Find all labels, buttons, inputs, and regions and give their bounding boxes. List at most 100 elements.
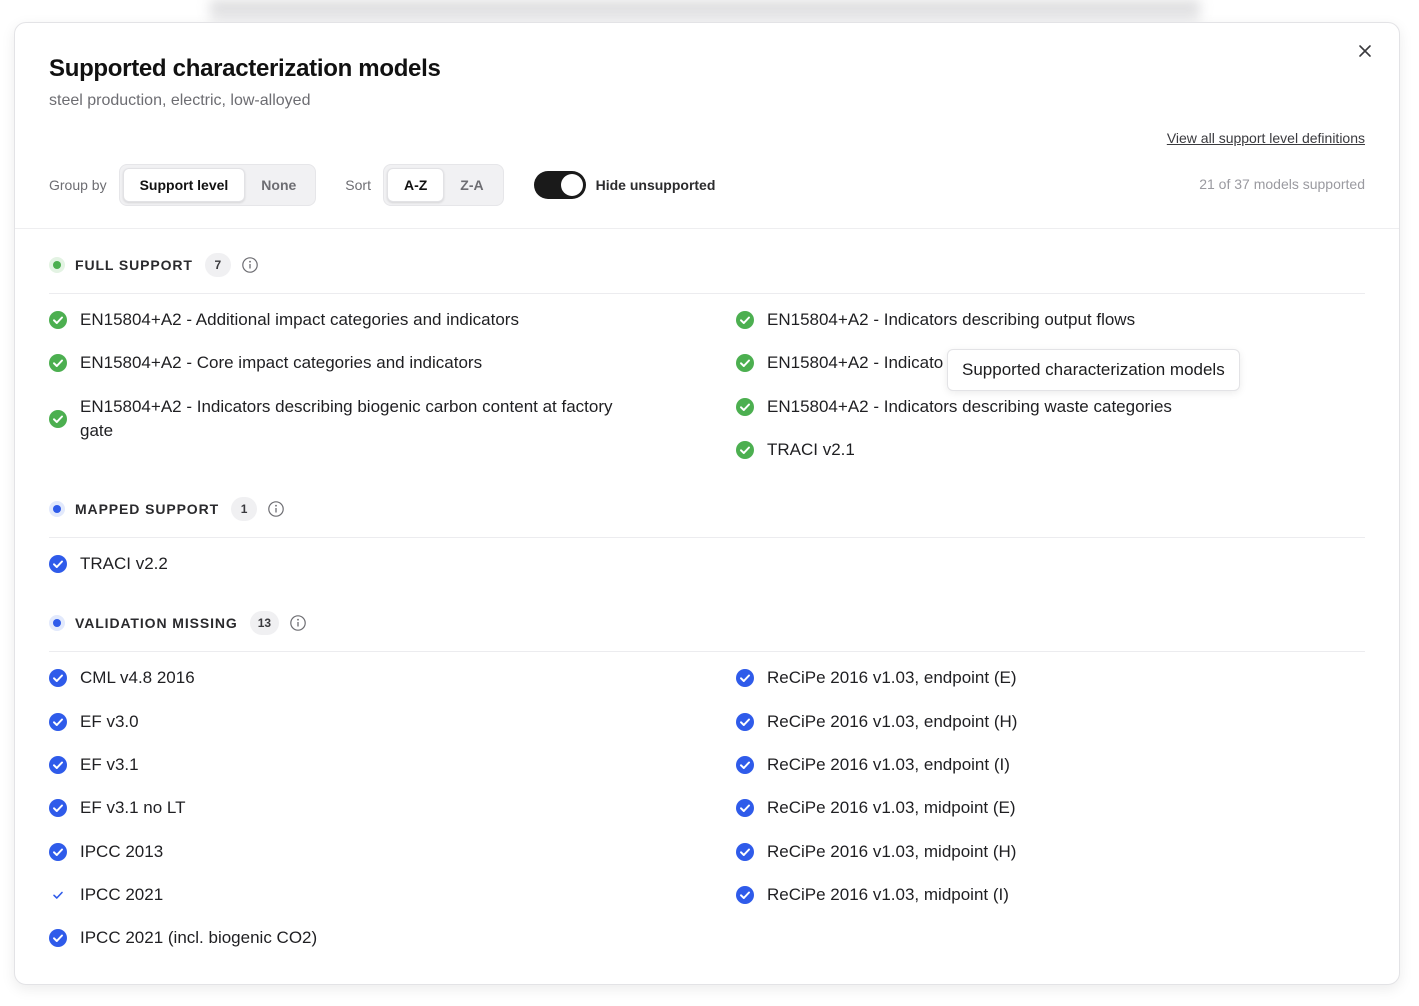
- item-label: ReCiPe 2016 v1.03, endpoint (I): [767, 755, 1010, 774]
- check-circle-icon: [49, 311, 67, 329]
- check-circle-icon: [49, 669, 67, 687]
- count-badge: 7: [204, 253, 231, 277]
- list-item: ReCiPe 2016 v1.03, endpoint (I): [736, 753, 1010, 777]
- controls-bar: Group by Support level None Sort A-Z Z-A…: [49, 164, 715, 206]
- item-label: IPCC 2021 (incl. biogenic CO2): [80, 928, 318, 947]
- tooltip: Supported characterization models: [947, 349, 1240, 391]
- section-header-validation: VALIDATION MISSING 13: [49, 610, 307, 636]
- header-divider: [15, 228, 1399, 229]
- list-item: EN15804+A2 - Indicators describing bioge…: [49, 395, 649, 443]
- item-label: ReCiPe 2016 v1.03, midpoint (I): [767, 885, 1009, 904]
- count-badge: 1: [231, 497, 258, 521]
- check-circle-icon: [736, 799, 754, 817]
- list-item: TRACI v2.2: [49, 552, 168, 576]
- check-circle-icon: [49, 756, 67, 774]
- item-label: EN15804+A2 - Indicators describing bioge…: [80, 397, 613, 440]
- list-item: EF v3.1 no LT: [49, 796, 186, 820]
- section-header-full: FULL SUPPORT 7: [49, 252, 259, 278]
- section-header-mapped: MAPPED SUPPORT 1: [49, 496, 285, 522]
- item-label: EN15804+A2 - Additional impact categorie…: [80, 310, 519, 329]
- info-icon[interactable]: [267, 500, 285, 518]
- list-item: ReCiPe 2016 v1.03, midpoint (E): [736, 796, 1016, 820]
- item-label: EN15804+A2 - Indicators describing outpu…: [767, 310, 1136, 329]
- item-label: IPCC 2013: [80, 842, 164, 861]
- check-circle-icon: [736, 354, 754, 372]
- backdrop-shadow: [210, 0, 1200, 22]
- list-item: IPCC 2021 (incl. biogenic CO2): [49, 926, 317, 950]
- hide-unsupported-label: Hide unsupported: [595, 177, 716, 193]
- item-label: EF v3.0: [80, 712, 139, 731]
- check-circle-icon: [736, 886, 754, 904]
- list-item: ReCiPe 2016 v1.03, midpoint (H): [736, 840, 1016, 864]
- group-by-label: Group by: [49, 177, 107, 193]
- hide-unsupported-toggle[interactable]: [533, 171, 586, 199]
- close-button[interactable]: [1353, 39, 1377, 63]
- info-icon[interactable]: [289, 614, 307, 632]
- check-circle-icon: [736, 398, 754, 416]
- supported-count: 21 of 37 models supported: [1199, 176, 1365, 192]
- item-label: TRACI v2.2: [80, 554, 168, 573]
- check-circle-icon: [736, 311, 754, 329]
- check-circle-icon: [736, 669, 754, 687]
- sort-label: Sort: [345, 177, 371, 193]
- item-label: ReCiPe 2016 v1.03, endpoint (E): [767, 668, 1017, 687]
- item-label: EN15804+A2 - Indicators describing waste…: [767, 397, 1172, 416]
- list-item: IPCC 2021: [49, 883, 163, 907]
- mapped-support-dot-icon: [49, 501, 65, 517]
- dialog-subtitle: steel production, electric, low-alloyed: [49, 92, 311, 109]
- group-by-segmented: Support level None: [118, 164, 317, 206]
- list-item: EN15804+A2 - Indicators describing outpu…: [736, 308, 1135, 332]
- section-divider: [49, 293, 1365, 294]
- list-item: EN15804+A2 - Additional impact categorie…: [49, 308, 519, 332]
- list-item: TRACI v2.1: [736, 438, 855, 462]
- check-circle-icon: [736, 756, 754, 774]
- item-label: EF v3.1 no LT: [80, 798, 186, 817]
- sort-segmented: A-Z Z-A: [382, 164, 504, 206]
- count-badge: 13: [249, 611, 280, 635]
- list-item: ReCiPe 2016 v1.03, midpoint (I): [736, 883, 1009, 907]
- item-label: CML v4.8 2016: [80, 668, 195, 687]
- check-circle-icon: [49, 410, 67, 428]
- check-circle-icon: [49, 799, 67, 817]
- section-title: VALIDATION MISSING: [75, 615, 238, 631]
- dialog-title: Supported characterization models: [49, 55, 441, 82]
- list-item: CML v4.8 2016: [49, 666, 195, 690]
- check-circle-icon: [49, 555, 67, 573]
- check-circle-icon: [736, 713, 754, 731]
- list-item: EN15804+A2 - Core impact categories and …: [49, 351, 482, 375]
- list-item: EN15804+A2 - Indicators describing waste…: [736, 395, 1172, 419]
- list-item: IPCC 2013: [49, 840, 163, 864]
- item-label: ReCiPe 2016 v1.03, midpoint (H): [767, 842, 1017, 861]
- list-item: EF v3.1: [49, 753, 139, 777]
- close-icon: [1359, 45, 1371, 57]
- check-circle-icon: [49, 843, 67, 861]
- sort-za-button[interactable]: Z-A: [444, 168, 499, 202]
- sort-az-button[interactable]: A-Z: [386, 168, 445, 202]
- models-dialog: Supported characterization models steel …: [14, 22, 1400, 985]
- section-divider: [49, 651, 1365, 652]
- item-label: EF v3.1: [80, 755, 139, 774]
- list-item: ReCiPe 2016 v1.03, endpoint (E): [736, 666, 1017, 690]
- item-label: ReCiPe 2016 v1.03, endpoint (H): [767, 712, 1018, 731]
- check-circle-icon: [49, 713, 67, 731]
- section-title: FULL SUPPORT: [75, 257, 193, 273]
- toggle-knob: [560, 174, 583, 196]
- group-support-level-button[interactable]: Support level: [122, 168, 246, 202]
- item-label: IPCC 2021: [80, 885, 164, 904]
- support-definitions-link[interactable]: View all support level definitions: [1167, 130, 1365, 146]
- group-none-button[interactable]: None: [245, 168, 312, 202]
- list-item: ReCiPe 2016 v1.03, endpoint (H): [736, 710, 1017, 734]
- check-icon: [53, 891, 63, 899]
- item-label: EN15804+A2 - Core impact categories and …: [80, 353, 483, 372]
- item-label: EN15804+A2 - Indicato: [767, 353, 944, 372]
- list-item: EF v3.0: [49, 710, 139, 734]
- full-support-dot-icon: [49, 257, 65, 273]
- section-title: MAPPED SUPPORT: [75, 501, 220, 517]
- item-label: ReCiPe 2016 v1.03, midpoint (E): [767, 798, 1016, 817]
- item-label: TRACI v2.1: [767, 440, 855, 459]
- info-icon[interactable]: [241, 256, 259, 274]
- check-circle-icon: [49, 929, 67, 947]
- list-item: EN15804+A2 - Indicato: [736, 351, 943, 375]
- check-circle-icon: [736, 843, 754, 861]
- validation-missing-dot-icon: [49, 615, 65, 631]
